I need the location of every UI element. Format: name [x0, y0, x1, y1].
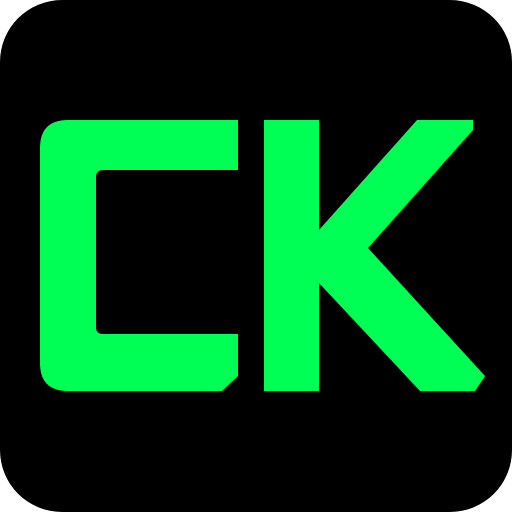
app-icon-ck-logo — [0, 0, 512, 512]
ck-logo-icon — [0, 0, 512, 512]
